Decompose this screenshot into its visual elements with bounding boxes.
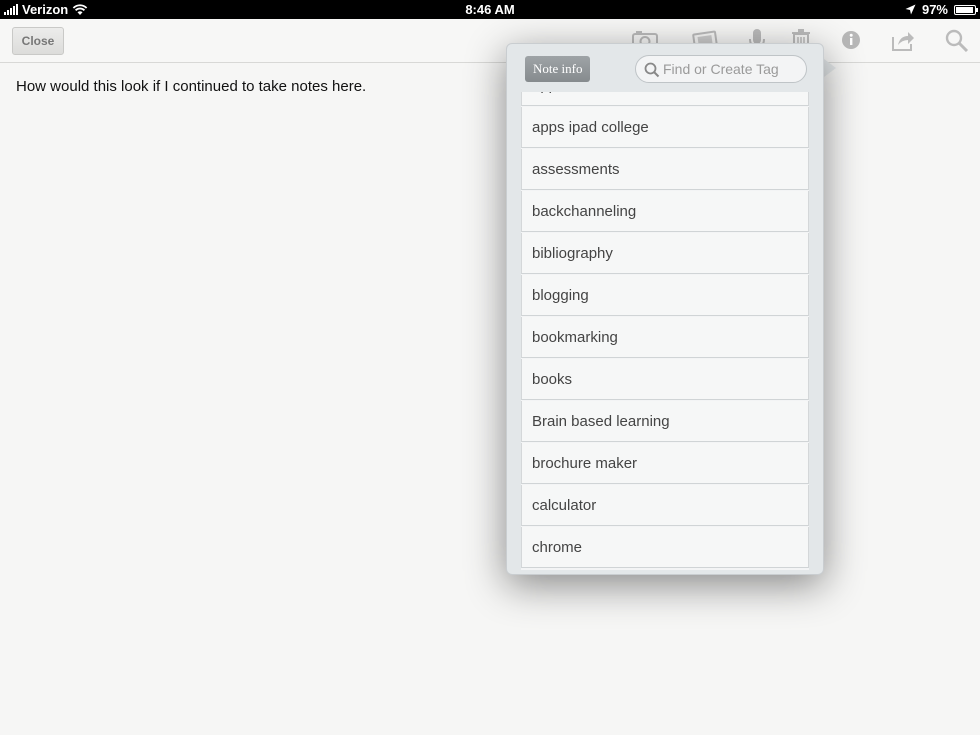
clock: 8:46 AM [465,2,515,17]
share-icon[interactable] [890,28,916,52]
battery-icon [954,4,978,15]
tag-search[interactable] [635,55,807,83]
toolbar-search-icon[interactable] [944,28,970,52]
tag-list-item[interactable]: calculator [521,485,809,526]
tag-list-item[interactable]: Brain based learning [521,401,809,442]
status-right: 97% [905,2,978,17]
note-body-text[interactable]: How would this look if I continued to ta… [16,78,366,95]
tag-list-item[interactable]: apps ipad college [521,107,809,148]
tag-list-item[interactable]: assessments [521,149,809,190]
tag-list-item[interactable]: bibliography [521,233,809,274]
tag-list-item[interactable]: chrome [521,527,809,568]
tag-list-item[interactable]: backchanneling [521,191,809,232]
tag-list-item[interactable]: bookmarking [521,317,809,358]
info-icon[interactable] [838,28,864,52]
search-icon [644,62,660,78]
battery-fill [956,6,973,13]
tag-list-item[interactable]: books [521,359,809,400]
tag-list-content: apps for educationapps ipad collegeasses… [521,92,809,569]
tag-search-input[interactable] [663,60,799,78]
note-info-back-button[interactable]: Note info [525,56,591,82]
tag-list-item[interactable]: apps for education [521,92,809,106]
location-arrow-icon [905,4,916,15]
tag-list[interactable]: apps for educationapps ipad collegeasses… [521,92,809,570]
tag-popover: Note info apps for educationapps ipad co… [506,43,824,575]
close-button[interactable]: Close [12,27,64,55]
tag-list-item[interactable]: brochure maker [521,443,809,484]
tag-list-item[interactable]: blogging [521,275,809,316]
battery-percentage: 97% [921,2,948,17]
status-bar: Verizon 8:46 AM 97% [0,0,980,19]
